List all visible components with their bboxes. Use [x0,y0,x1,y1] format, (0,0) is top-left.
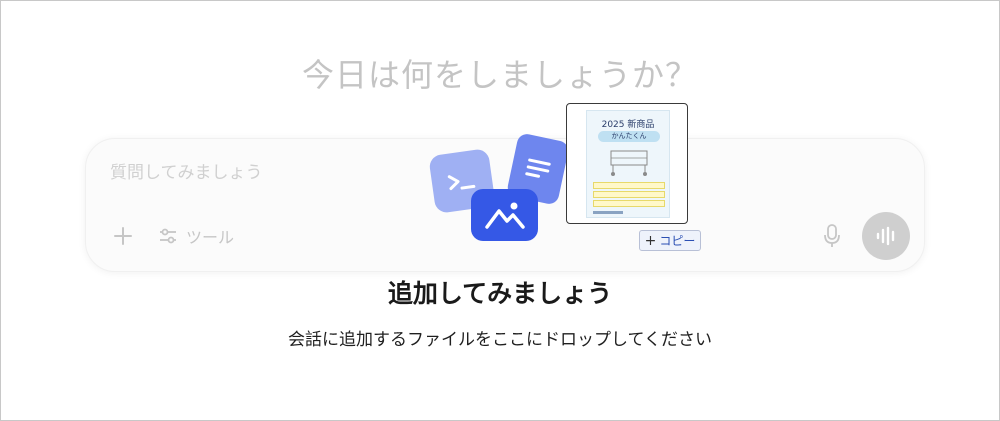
flyer-footer [593,211,623,214]
plus-icon [114,227,132,245]
flyer-line [593,200,665,207]
drop-heading: 追加してみましょう [387,279,613,308]
drop-description: 会話に追加するファイルをここにドロップしてください [288,330,712,350]
flyer-line [593,182,665,189]
cart-illustration [610,150,648,176]
add-button[interactable] [108,221,138,251]
image-file-card [471,189,538,241]
dragged-file-thumbnail[interactable]: 2025 新商品 かんたくん [566,103,688,224]
tools-button[interactable]: ツール [158,223,234,249]
copy-badge: + コピー [639,230,701,251]
flyer-line [593,191,665,198]
voice-mode-button[interactable] [862,212,910,260]
document-icon [525,158,551,178]
flyer-title: 2025 新商品 [601,120,655,130]
flyer-subtitle: かんたくん [598,131,660,142]
tools-label: ツール [186,228,235,247]
voice-waveform-icon [876,226,895,246]
page-title: 今日は何をしましょうか？ [301,56,698,94]
flyer-preview: 2025 新商品 かんたくん [586,110,670,218]
microphone-icon [824,224,840,247]
sliders-icon [160,228,176,244]
image-icon [484,202,525,229]
plus-icon: + [644,232,657,249]
copy-badge-label: コピー [659,234,696,248]
microphone-button[interactable] [819,221,845,251]
